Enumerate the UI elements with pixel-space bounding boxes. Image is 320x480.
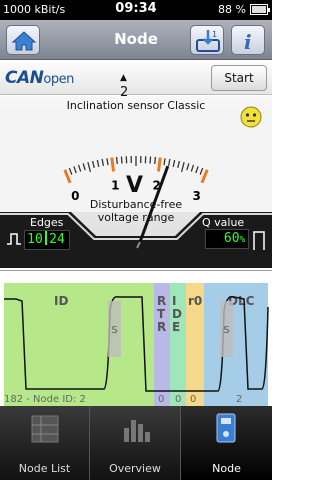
canopen-bar: CANopen ▲ 2 Start [0, 61, 272, 100]
edges-display: 10 24 [24, 230, 70, 250]
bottom-tab-bar: Node List Overview Node [0, 406, 272, 480]
gauge-unit: V [126, 173, 143, 198]
up-down-arrows-icon: ▲ [120, 73, 127, 83]
svg-text:1: 1 [212, 30, 217, 39]
edges-value-a: 10 [27, 232, 43, 247]
edges-value-b: 24 [49, 232, 65, 247]
gauge-tick-label: 1 [111, 178, 119, 192]
gauge-major-tick [110, 157, 116, 172]
info-icon: i [244, 30, 252, 54]
edges-label: Edges [30, 216, 64, 229]
gauge-panel: 0123 V Disturbance-free voltage range In… [0, 96, 272, 268]
overview-icon [124, 420, 150, 442]
tab-node-label: Node [212, 462, 241, 475]
stuff-bit-marker: S [220, 301, 233, 357]
export-button[interactable]: 1 [190, 25, 224, 55]
q-value-unit: % [239, 235, 245, 245]
tab-overview[interactable]: Overview [90, 406, 181, 480]
svg-text:i: i [244, 30, 252, 54]
sensor-name: Inclination sensor Classic [66, 99, 206, 112]
canopen-logo: CANopen [5, 68, 74, 88]
gauge-tick-label: 0 [71, 189, 79, 203]
smiley-icon [240, 106, 262, 128]
node-list-icon [31, 415, 59, 443]
home-button[interactable] [6, 25, 40, 55]
stuff-bit-marker: S [108, 301, 121, 357]
q-value-display: 60% [205, 229, 249, 249]
gauge-minor-tick [115, 156, 118, 165]
gauge-minor-tick [149, 156, 152, 164]
tab-node-list-label: Node List [18, 462, 71, 475]
info-button[interactable]: i [231, 25, 265, 55]
export-icon: 1 [196, 30, 220, 52]
status-bar: 1000 kBit/s 09:34 88 % [0, 0, 272, 20]
node-icon [216, 413, 236, 443]
home-icon [11, 31, 37, 51]
range-caption-1: Disturbance-free [90, 198, 182, 211]
title-bar: Node 1 i [0, 20, 272, 60]
can-frame-signal: ID 182 - Node ID: 2R T R 0 ID E 0 r0 0 DLC 2 S S [0, 270, 272, 409]
battery-icon [250, 4, 270, 15]
start-button[interactable]: Start [211, 65, 267, 91]
tab-overview-label: Overview [109, 462, 161, 475]
gauge-tick-label: 3 [193, 189, 201, 203]
tab-node[interactable]: Node [181, 406, 272, 480]
gauge-major-tick [156, 157, 162, 172]
tab-node-list[interactable]: Node List [0, 406, 90, 480]
pulse-icon [7, 233, 21, 245]
battery-text: 88 % [218, 3, 246, 16]
q-value-label: Q value [202, 216, 245, 229]
gauge-minor-tick [154, 156, 157, 165]
gauge-minor-tick [120, 156, 123, 164]
q-value-number: 60 [223, 231, 240, 246]
signal-strength-icon [253, 231, 265, 250]
range-caption-2: voltage range [98, 211, 175, 224]
